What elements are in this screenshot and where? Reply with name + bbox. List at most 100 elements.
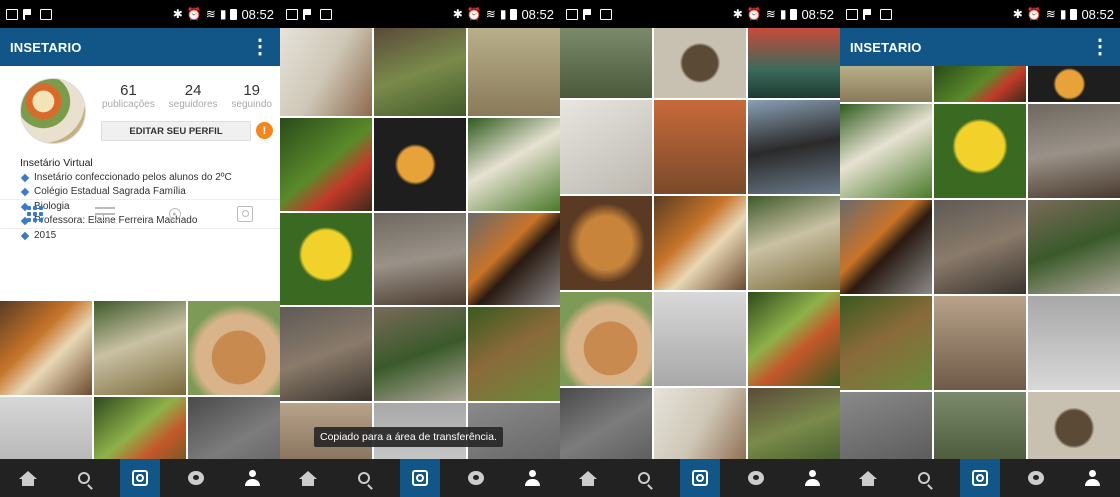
nav-home[interactable]: [8, 459, 48, 497]
photo-thumbnail[interactable]: [1028, 66, 1120, 102]
photo-thumbnail[interactable]: [748, 292, 840, 386]
photo-thumbnail[interactable]: [0, 301, 92, 395]
nav-camera[interactable]: [120, 459, 160, 497]
photo-thumbnail[interactable]: [560, 196, 652, 290]
photo-thumbnail[interactable]: [468, 118, 560, 211]
nav-activity[interactable]: [736, 459, 776, 497]
status-bar: ✱ ⏰ ≋ ▮ 08:52: [560, 0, 840, 28]
photo-thumbnail[interactable]: [1028, 296, 1120, 390]
camera-icon: [412, 470, 428, 486]
photo-thumbnail[interactable]: [374, 118, 466, 211]
photo-thumbnail[interactable]: [654, 388, 746, 468]
photo-thumbnail[interactable]: [468, 213, 560, 305]
photo-thumbnail[interactable]: [748, 196, 840, 290]
nav-activity[interactable]: [1016, 459, 1056, 497]
photo-thumbnail[interactable]: [748, 28, 840, 98]
photo-thumbnail[interactable]: [934, 66, 1026, 102]
photo-thumbnail[interactable]: [934, 200, 1026, 294]
nav-profile[interactable]: [232, 459, 272, 497]
nav-search[interactable]: [344, 459, 384, 497]
image-notification-icon: [846, 8, 858, 20]
photo-thumbnail[interactable]: [280, 28, 372, 116]
nav-profile[interactable]: [512, 459, 552, 497]
photo-thumbnail[interactable]: [654, 292, 746, 386]
screenshot-strip: ✱ ⏰ ≋ ▮ 08:52 INSETARIO ⋮ 61 publicações 24 se…: [0, 0, 1120, 497]
photo-thumbnail[interactable]: [560, 388, 652, 468]
diamond-bullet-icon: [20, 188, 30, 197]
edit-profile-button[interactable]: EDITAR SEU PERFIL: [101, 121, 251, 141]
nav-camera[interactable]: [400, 459, 440, 497]
tab-location[interactable]: [163, 205, 187, 223]
warning-badge-icon[interactable]: !: [256, 122, 273, 139]
nav-camera[interactable]: [960, 459, 1000, 497]
tab-tagged[interactable]: [233, 205, 257, 223]
stat-followers[interactable]: 24 seguidores: [169, 82, 218, 110]
nav-home[interactable]: [848, 459, 888, 497]
photo-thumbnail[interactable]: [840, 66, 932, 102]
image-notification-icon: [566, 8, 578, 20]
photo-thumbnail[interactable]: [748, 388, 840, 468]
home-icon: [19, 471, 37, 486]
photo-thumbnail[interactable]: [840, 296, 932, 390]
nav-home[interactable]: [288, 459, 328, 497]
alarm-icon: ⏰: [186, 7, 202, 21]
status-time: 08:52: [521, 6, 554, 22]
photo-thumbnail[interactable]: [560, 292, 652, 386]
photo-thumbnail[interactable]: [374, 28, 466, 116]
nav-home[interactable]: [568, 459, 608, 497]
nav-profile[interactable]: [792, 459, 832, 497]
tab-list[interactable]: [93, 205, 117, 223]
stat-posts[interactable]: 61 publicações: [102, 82, 155, 110]
nav-search[interactable]: [904, 459, 944, 497]
photo-thumbnail[interactable]: [654, 100, 746, 194]
grid-icon: [27, 206, 43, 222]
photo-thumbnail[interactable]: [1028, 200, 1120, 294]
photo-thumbnail[interactable]: [374, 213, 466, 305]
alarm-icon: ⏰: [1026, 7, 1042, 21]
photo-thumbnail[interactable]: [188, 301, 280, 395]
status-bar: ✱ ⏰ ≋ ▮ 08:52: [280, 0, 560, 28]
photo-thumbnail[interactable]: [840, 104, 932, 198]
photo-thumbnail[interactable]: [560, 100, 652, 194]
photo-thumbnail[interactable]: [840, 200, 932, 294]
photo-thumbnail[interactable]: [934, 392, 1026, 464]
battery-icon: [510, 8, 518, 20]
photo-thumbnail[interactable]: [468, 307, 560, 401]
nav-profile[interactable]: [1072, 459, 1112, 497]
nav-activity[interactable]: [456, 459, 496, 497]
photo-thumbnail[interactable]: [560, 28, 652, 98]
bio-line-text: Insetário confeccionado pelos alunos do …: [34, 171, 232, 183]
photo-thumbnail[interactable]: [654, 28, 746, 98]
photo-grid: [280, 28, 560, 493]
search-icon: [918, 472, 930, 484]
photo-thumbnail[interactable]: [280, 118, 372, 211]
photo-thumbnail[interactable]: [280, 307, 372, 401]
photo-thumbnail[interactable]: [468, 28, 560, 116]
stat-following[interactable]: 19 seguindo: [231, 82, 272, 110]
photo-thumbnail[interactable]: [280, 213, 372, 305]
nav-search[interactable]: [624, 459, 664, 497]
nav-activity[interactable]: [176, 459, 216, 497]
overflow-menu-icon[interactable]: ⋮: [250, 37, 270, 57]
photo-thumbnail[interactable]: [94, 301, 186, 395]
nav-search[interactable]: [64, 459, 104, 497]
photo-thumbnail[interactable]: [934, 296, 1026, 390]
avatar[interactable]: [20, 78, 86, 144]
photo-thumbnail[interactable]: [748, 100, 840, 194]
bio-line: 2015: [20, 229, 275, 244]
wifi-icon: ≋: [1045, 7, 1056, 21]
photo-thumbnail[interactable]: [934, 104, 1026, 198]
overflow-menu-icon[interactable]: ⋮: [1090, 37, 1110, 57]
tab-grid[interactable]: [23, 205, 47, 223]
photo-thumbnail[interactable]: [374, 307, 466, 401]
status-time: 08:52: [801, 6, 834, 22]
photo-thumbnail[interactable]: [1028, 392, 1120, 464]
photo-thumbnail[interactable]: [840, 392, 932, 464]
stat-label: seguidores: [168, 99, 218, 110]
phone-screen-grid-toast: ✱ ⏰ ≋ ▮ 08:52 Copiado para a área de transfe…: [280, 0, 560, 497]
photo-thumbnail[interactable]: [654, 196, 746, 290]
photo-thumbnail[interactable]: [1028, 104, 1120, 198]
list-icon: [95, 207, 115, 221]
nav-camera[interactable]: [680, 459, 720, 497]
bottom-nav: [840, 459, 1120, 497]
